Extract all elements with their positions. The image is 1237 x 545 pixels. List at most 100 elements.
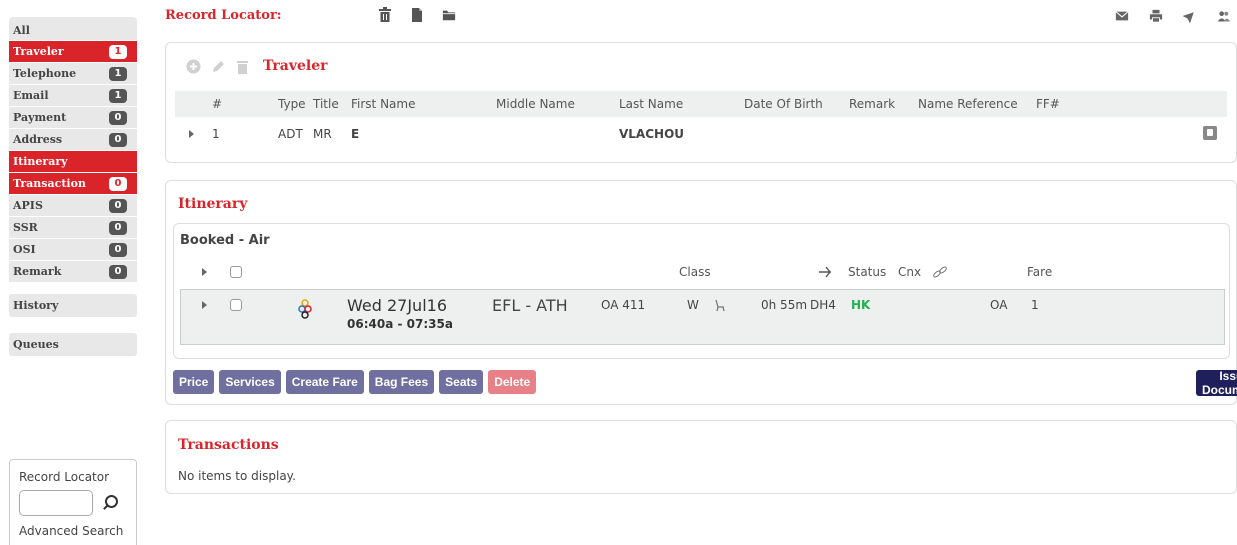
record-locator-search-box: Record Locator Advanced Search <box>9 459 137 545</box>
col-header[interactable]: First Name <box>351 91 415 117</box>
sidebar-item-payment[interactable]: Payment 0 <box>9 107 137 129</box>
segment-fare: 1 <box>1031 298 1039 312</box>
users-icon[interactable] <box>1217 8 1231 24</box>
seat-icon[interactable] <box>713 298 727 312</box>
sidebar-item-itinerary[interactable]: Itinerary <box>9 151 137 173</box>
itinerary-panel: Itinerary Booked - Air Class Status Cnx … <box>165 180 1237 405</box>
traveler-panel: Traveler # Type Title First Name Middle Name… <box>165 42 1237 163</box>
expand-all-icon[interactable] <box>202 268 207 276</box>
traveler-title-value: MR <box>313 127 332 141</box>
create-fare-button[interactable]: Create Fare <box>285 370 364 394</box>
sidebar-item-label: SSR <box>13 221 38 234</box>
transactions-panel: Transactions No items to display. <box>165 420 1237 494</box>
sidebar-item-email[interactable]: Email 1 <box>9 85 137 107</box>
expand-row-icon[interactable] <box>202 301 207 309</box>
sidebar-item-label: APIS <box>13 199 43 212</box>
folder-icon[interactable] <box>442 7 456 23</box>
sidebar-item-label: Email <box>13 89 49 102</box>
segment-route: EFL - ATH <box>492 295 568 315</box>
search-icon[interactable] <box>102 495 118 511</box>
segment-class: W <box>687 298 699 312</box>
sidebar-item-address[interactable]: Address 0 <box>9 129 137 151</box>
sidebar-item-telephone[interactable]: Telephone 1 <box>9 63 137 85</box>
table-row[interactable]: 1 ADT MR E VLACHOU <box>175 119 1227 149</box>
segment-duration: 0h 55m <box>761 298 808 312</box>
sidebar-item-ssr[interactable]: SSR 0 <box>9 217 137 239</box>
sidebar-item-apis[interactable]: APIS 0 <box>9 195 137 217</box>
traveler-title: Traveler <box>263 58 328 74</box>
col-header[interactable]: FF# <box>1036 91 1060 117</box>
sidebar-item-label: Payment <box>13 111 67 124</box>
trash-icon[interactable] <box>236 59 249 74</box>
segment-date: Wed 27Jul16 <box>347 296 447 315</box>
count-badge: 1 <box>109 67 127 81</box>
col-header[interactable]: Middle Name <box>496 91 575 117</box>
advanced-search-link[interactable]: Advanced Search <box>19 524 136 538</box>
plane-icon <box>819 266 831 278</box>
edit-icon[interactable] <box>211 59 226 74</box>
col-status: Status <box>848 265 887 279</box>
sidebar-item-label: Itinerary <box>13 155 68 168</box>
col-cnx: Cnx <box>898 265 922 279</box>
sidebar-item-label: All <box>13 24 30 37</box>
traveler-last-name: VLACHOU <box>619 127 685 141</box>
col-header[interactable]: # <box>212 91 222 117</box>
header-toolbar <box>378 7 456 23</box>
sidebar-item-remark[interactable]: Remark 0 <box>9 261 137 283</box>
sidebar-item-label: OSI <box>13 243 36 256</box>
segment-header: Class Status Cnx Fare <box>180 260 1225 284</box>
issue-documents-button[interactable]: Issue Documents <box>1196 369 1237 397</box>
sidebar-item-queues[interactable]: Queues <box>9 333 137 356</box>
print-icon[interactable] <box>1149 8 1163 24</box>
trash-icon[interactable] <box>378 7 392 23</box>
expand-row-icon[interactable] <box>189 130 194 138</box>
sidebar-item-traveler[interactable]: Traveler 1 <box>9 41 137 63</box>
sidebar-item-label: Telephone <box>13 67 77 80</box>
delete-button[interactable]: Delete <box>488 370 537 394</box>
count-badge: 0 <box>109 177 127 191</box>
count-badge: 0 <box>109 243 127 257</box>
count-badge: 0 <box>109 265 127 279</box>
count-badge: 0 <box>109 133 127 147</box>
booked-air-section: Booked - Air Class Status Cnx Fare Wed 2… <box>173 223 1230 359</box>
traveler-type: ADT <box>278 127 303 141</box>
status-badge: HK <box>851 298 871 312</box>
col-header[interactable]: Remark <box>849 91 895 117</box>
comment-icon[interactable] <box>1203 126 1217 140</box>
count-badge: 1 <box>109 89 127 103</box>
seats-button[interactable]: Seats <box>439 370 484 394</box>
plane-icon[interactable] <box>1183 8 1197 24</box>
transactions-title: Transactions <box>178 437 279 453</box>
add-icon[interactable] <box>186 59 201 74</box>
sidebar-item-transaction[interactable]: Transaction 0 <box>9 173 137 195</box>
sidebar-item-all[interactable]: All <box>9 17 137 41</box>
sidebar-list: All Traveler 1 Telephone 1 Email 1 Payment 0 Addr… <box>9 17 137 283</box>
sidebar-item-osi[interactable]: OSI 0 <box>9 239 137 261</box>
segment-row[interactable]: Wed 27Jul16 06:40a - 07:35a EFL - ATH OA… <box>180 289 1225 345</box>
sidebar-item-label: Transaction <box>13 177 86 190</box>
price-button[interactable]: Price <box>173 370 215 394</box>
segment-checkbox[interactable] <box>230 299 242 311</box>
col-fare: Fare <box>1027 265 1053 279</box>
mail-icon[interactable] <box>1115 8 1129 24</box>
sidebar-item-label: Remark <box>13 265 62 278</box>
file-icon[interactable] <box>410 7 424 23</box>
traveler-grid-header: # Type Title First Name Middle Name Last Name… <box>175 91 1227 117</box>
services-button[interactable]: Services <box>219 370 281 394</box>
record-locator-label: Record Locator <box>19 470 110 484</box>
sidebar-item-label: Traveler <box>13 45 64 58</box>
select-all-checkbox[interactable] <box>230 266 242 278</box>
sidebar-item-label: Address <box>13 133 63 146</box>
col-header[interactable]: Type <box>278 91 306 117</box>
sidebar-item-history[interactable]: History <box>9 294 137 317</box>
col-header[interactable]: Title <box>313 91 339 117</box>
col-header[interactable]: Name Reference <box>918 91 1018 117</box>
header-actions <box>1115 8 1231 24</box>
segment-carrier: OA <box>990 298 1008 312</box>
bag-fees-button[interactable]: Bag Fees <box>368 370 435 394</box>
col-header[interactable]: Date Of Birth <box>744 91 823 117</box>
count-badge: 0 <box>109 111 127 125</box>
col-header[interactable]: Last Name <box>619 91 683 117</box>
traveler-first-name: E <box>351 127 360 141</box>
record-locator-input[interactable] <box>19 490 93 516</box>
